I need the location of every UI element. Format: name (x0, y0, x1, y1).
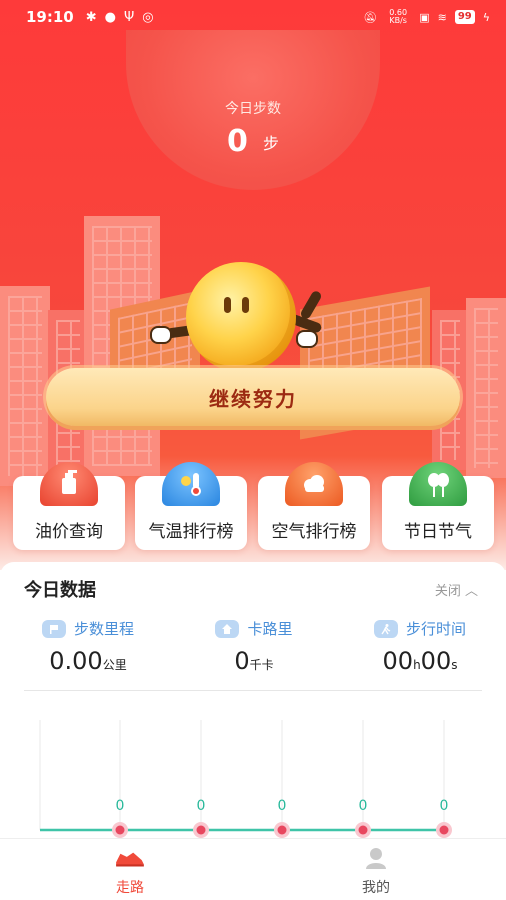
panel-title: 今日数据 (24, 580, 96, 601)
runner-icon (373, 619, 398, 638)
notification-icons: ✱ ● Ψ ◎ (86, 10, 154, 25)
walk-hours-value: 00 (382, 647, 414, 675)
hours-unit: h (413, 658, 421, 672)
chart-data-label: 0 (116, 798, 125, 814)
steps-chart: 0 0 0 0 0 (39, 720, 452, 838)
distance-unit: 公里 (102, 658, 127, 672)
step-count-unit: 步 (262, 133, 279, 153)
stat-walk-time: 步行时间 00h00s (336, 618, 504, 675)
stat-label: 步行时间 (405, 620, 466, 638)
calories-unit: 千卡 (249, 658, 274, 672)
chart-point (277, 825, 287, 835)
divider (24, 690, 482, 691)
charging-icon: ϟ (482, 10, 490, 24)
feature-temperature-rank[interactable]: 气温排行榜 (135, 462, 247, 550)
stat-label: 步数里程 (73, 620, 134, 638)
battery-indicator: 99 (454, 10, 475, 24)
balloon-icon (409, 462, 467, 506)
chart-data-label: 0 (359, 798, 368, 814)
hero-section: 19:10 ✱ ● Ψ ◎ 🔕︎ 0.60 KB/s ▣ ≋ 99 ϟ 今日步数… (0, 0, 506, 570)
mute-icon: 🔕︎ (363, 10, 378, 24)
chart-point (358, 825, 368, 835)
sneaker-icon (70, 845, 190, 871)
step-count: 0 步 (0, 124, 506, 159)
chart-point (439, 825, 449, 835)
net-speed: 0.60 KB/s (389, 8, 408, 25)
chart-data-label: 0 (278, 798, 287, 814)
building (0, 286, 50, 486)
continue-button[interactable]: 继续努力 (46, 368, 460, 426)
chevron-up-icon: ︿ (464, 584, 478, 599)
collapse-toggle[interactable]: 关闭 ︿ (435, 580, 478, 599)
feature-label: 节日节气 (404, 522, 472, 542)
mascot-eye (242, 297, 249, 313)
home-icon (215, 619, 240, 638)
stat-calories: 卡路里 0千卡 (170, 618, 338, 675)
feature-oil-price[interactable]: 油价查询 (13, 462, 125, 550)
cloud-icon (285, 462, 343, 506)
status-time: 19:10 (26, 8, 74, 26)
stat-value: 0千卡 (170, 647, 338, 675)
feature-festival[interactable]: 节日节气 (382, 462, 494, 550)
nav-walk[interactable]: 走路 (70, 845, 190, 897)
bottom-nav: 走路 我的 (0, 838, 506, 900)
building (466, 298, 506, 478)
seconds-unit: s (451, 658, 458, 672)
walk-seconds-value: 00 (420, 647, 452, 675)
app-icon: ◎ (142, 9, 154, 25)
nav-label: 走路 (116, 880, 144, 896)
chart-data-label: 0 (440, 798, 449, 814)
today-data-panel: 今日数据 关闭 ︿ 步数里程 0.00公里 卡路里 0千卡 步行时间 00h00… (0, 562, 506, 842)
stat-value: 00h00s (336, 647, 504, 675)
feature-label: 气温排行榜 (148, 522, 234, 542)
mascot-right-hand (296, 330, 318, 348)
nav-label: 我的 (362, 880, 390, 896)
calories-value: 0 (234, 647, 250, 675)
mascot-coin-character (186, 262, 296, 372)
nfc-icon: ▣ (419, 10, 430, 24)
feature-label: 空气排行榜 (271, 522, 357, 542)
status-right: 🔕︎ 0.60 KB/s ▣ ≋ 99 ϟ (363, 9, 490, 25)
chart-data-label: 0 (197, 798, 206, 814)
stat-distance: 步数里程 0.00公里 (4, 618, 172, 675)
collapse-label: 关闭 (434, 584, 461, 599)
feature-label: 油价查询 (35, 522, 103, 542)
oil-can-icon (40, 462, 98, 506)
step-title: 今日步数 (225, 101, 281, 117)
mascot-left-hand (150, 326, 172, 344)
mascot-eye (224, 297, 231, 313)
stat-value: 0.00公里 (4, 647, 172, 675)
thermometer-icon (162, 462, 220, 506)
flag-icon (41, 619, 66, 638)
nav-mine[interactable]: 我的 (316, 845, 436, 897)
usb-icon: Ψ (124, 9, 135, 25)
sport-icon: ✱ (85, 9, 97, 25)
distance-value: 0.00 (49, 647, 103, 675)
status-bar: 19:10 ✱ ● Ψ ◎ 🔕︎ 0.60 KB/s ▣ ≋ 99 ϟ (0, 0, 506, 34)
wechat-icon: ● (104, 9, 116, 25)
feature-shortcuts: 油价查询 气温排行榜 空气排行榜 节日节气 (0, 462, 506, 562)
chart-point (196, 825, 206, 835)
user-icon (316, 845, 436, 871)
step-count-value: 0 (227, 124, 248, 159)
stat-label: 卡路里 (247, 620, 293, 638)
feature-air-rank[interactable]: 空气排行榜 (258, 462, 370, 550)
wifi-icon: ≋ (437, 10, 447, 24)
chart-point (115, 825, 125, 835)
